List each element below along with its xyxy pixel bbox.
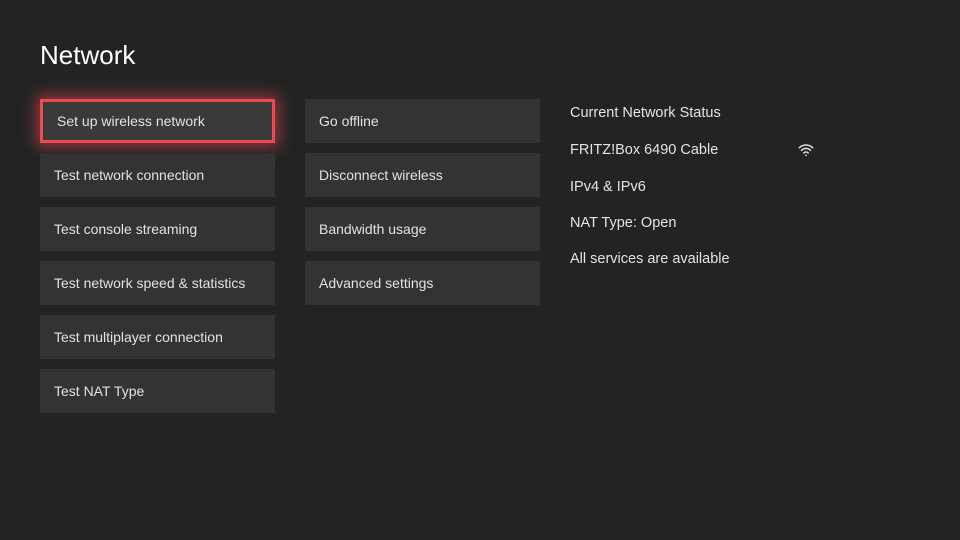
menu-set-up-wireless[interactable]: Set up wireless network xyxy=(40,99,275,143)
menu-item-label: Test network speed & statistics xyxy=(54,275,245,291)
menu-item-label: Disconnect wireless xyxy=(319,167,443,183)
menu-test-multiplayer[interactable]: Test multiplayer connection xyxy=(40,315,275,359)
menu-column-left: Set up wireless network Test network con… xyxy=(40,99,275,413)
menu-disconnect-wireless[interactable]: Disconnect wireless xyxy=(305,153,540,197)
menu-item-label: Test NAT Type xyxy=(54,383,144,399)
content-columns: Set up wireless network Test network con… xyxy=(40,99,920,413)
menu-test-network-connection[interactable]: Test network connection xyxy=(40,153,275,197)
status-heading: Current Network Status xyxy=(570,105,920,121)
menu-bandwidth-usage[interactable]: Bandwidth usage xyxy=(305,207,540,251)
menu-item-label: Test network connection xyxy=(54,167,204,183)
wifi-icon xyxy=(797,141,815,159)
status-ip: IPv4 & IPv6 xyxy=(570,179,920,195)
status-nat: NAT Type: Open xyxy=(570,215,920,231)
status-ssid: FRITZ!Box 6490 Cable xyxy=(570,142,718,158)
menu-item-label: Advanced settings xyxy=(319,275,433,291)
menu-item-label: Bandwidth usage xyxy=(319,221,426,237)
menu-item-label: Test console streaming xyxy=(54,221,197,237)
menu-advanced-settings[interactable]: Advanced settings xyxy=(305,261,540,305)
menu-go-offline[interactable]: Go offline xyxy=(305,99,540,143)
menu-item-label: Set up wireless network xyxy=(57,113,205,129)
menu-item-label: Go offline xyxy=(319,113,379,129)
menu-test-nat-type[interactable]: Test NAT Type xyxy=(40,369,275,413)
page-title: Network xyxy=(40,40,920,71)
menu-item-label: Test multiplayer connection xyxy=(54,329,223,345)
status-services: All services are available xyxy=(570,251,920,267)
status-column: Current Network Status FRITZ!Box 6490 Ca… xyxy=(570,99,920,413)
menu-column-right: Go offline Disconnect wireless Bandwidth… xyxy=(305,99,540,413)
menu-test-speed-statistics[interactable]: Test network speed & statistics xyxy=(40,261,275,305)
status-ssid-line: FRITZ!Box 6490 Cable xyxy=(570,141,815,159)
menu-test-console-streaming[interactable]: Test console streaming xyxy=(40,207,275,251)
